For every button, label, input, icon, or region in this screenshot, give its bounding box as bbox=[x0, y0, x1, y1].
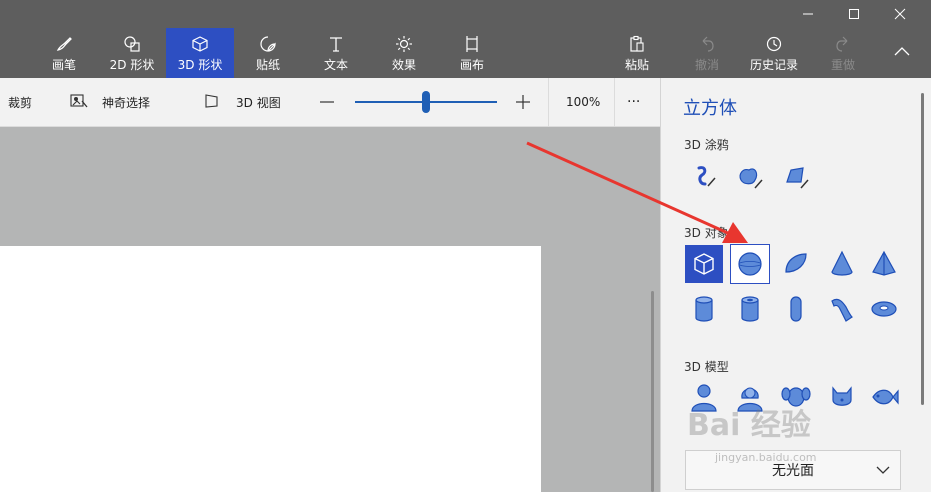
annotation-arrow bbox=[526, 141, 748, 243]
